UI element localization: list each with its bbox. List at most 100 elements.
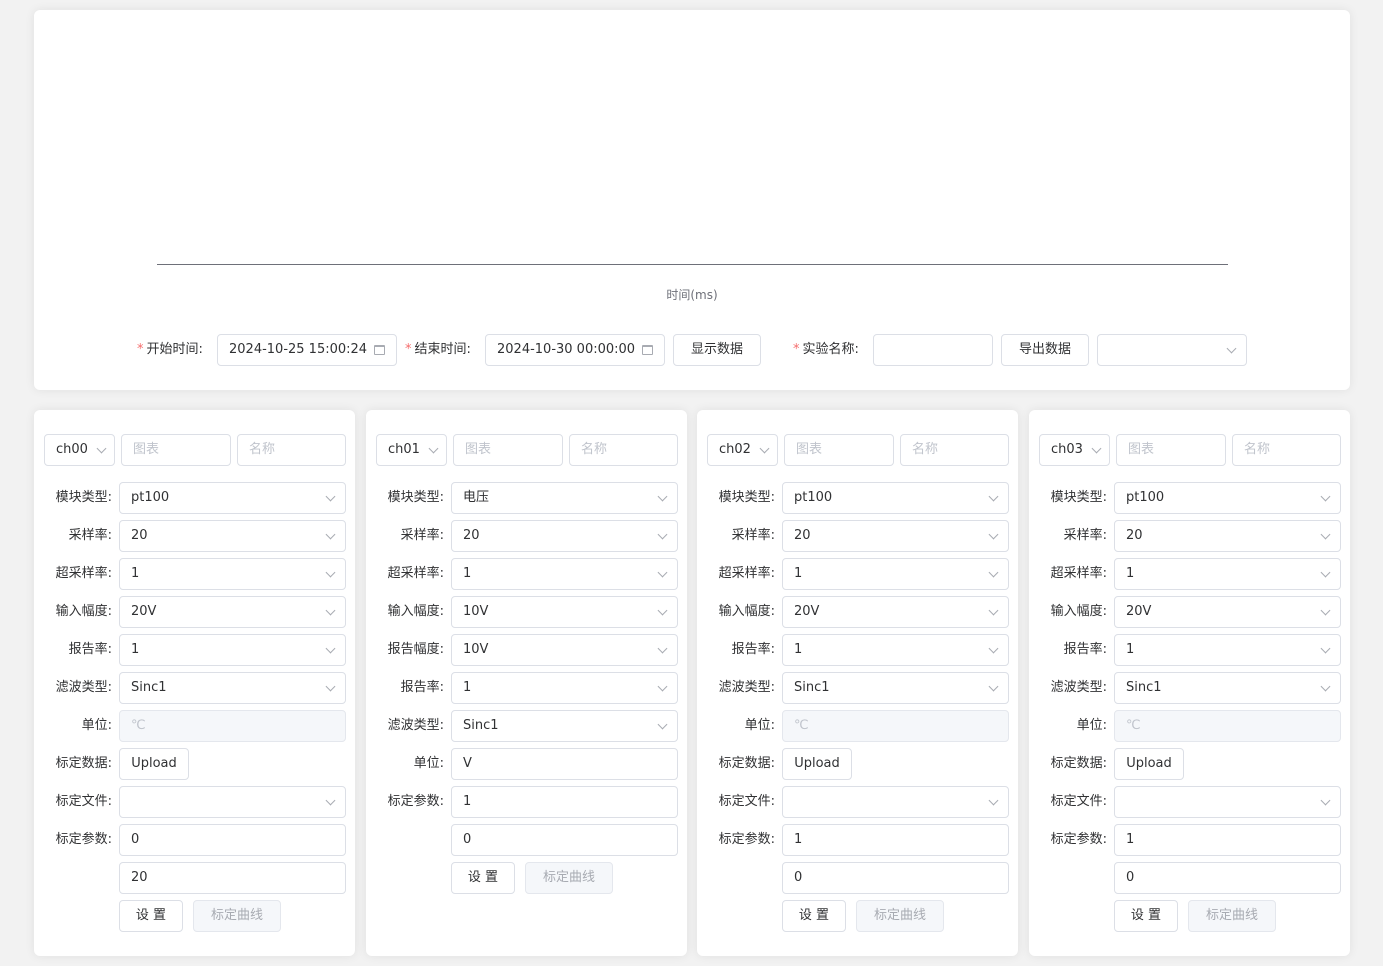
field-select[interactable]: 1 <box>119 558 346 590</box>
field-label: 标定文件: <box>1050 794 1107 809</box>
chevron-down-icon <box>428 443 439 454</box>
field-label: 采样率: <box>400 528 444 543</box>
field-label: 标定参数: <box>718 832 775 847</box>
field-select[interactable]: Sinc1 <box>119 672 346 704</box>
field-label: 超采样率: <box>55 566 112 581</box>
field-select[interactable]: 电压 <box>451 482 678 514</box>
end-time-value: 2024-10-30 00:00:00 <box>497 342 636 357</box>
name-input[interactable]: 名称 <box>569 434 678 466</box>
field-select[interactable]: 20V <box>119 596 346 628</box>
field-label: 滤波类型: <box>1050 680 1107 695</box>
chevron-down-icon <box>988 529 999 540</box>
field-select[interactable]: 1 <box>451 672 678 704</box>
field-select[interactable] <box>782 786 1009 818</box>
field-select[interactable] <box>119 786 346 818</box>
field-select[interactable]: Sinc1 <box>451 710 678 742</box>
chart-input[interactable]: 图表 <box>121 434 231 466</box>
export-format-select[interactable] <box>1097 334 1247 366</box>
chevron-down-icon <box>325 491 336 502</box>
channel-select[interactable]: ch03 <box>1039 434 1110 466</box>
field-select[interactable] <box>1114 786 1341 818</box>
field-select[interactable]: Sinc1 <box>1114 672 1341 704</box>
chart-input[interactable]: 图表 <box>1116 434 1226 466</box>
chart-input[interactable]: 图表 <box>453 434 563 466</box>
field-input[interactable]: 0 <box>782 862 1009 894</box>
field-select[interactable]: 1 <box>782 558 1009 590</box>
field-select[interactable]: 10V <box>451 596 678 628</box>
field-input[interactable]: 1 <box>451 786 678 818</box>
show-data-button[interactable]: 显示数据 <box>673 334 761 366</box>
field-label: 采样率: <box>68 528 112 543</box>
field-select[interactable]: 20 <box>119 520 346 552</box>
field-select[interactable]: 20 <box>782 520 1009 552</box>
field-input[interactable]: 1 <box>1114 824 1341 856</box>
field-select[interactable]: 20V <box>1114 596 1341 628</box>
chevron-down-icon <box>988 643 999 654</box>
chevron-down-icon <box>759 443 770 454</box>
chevron-down-icon <box>1226 343 1237 354</box>
channel-panel-ch03: ch03 图表 名称 模块类型: pt100 采样率: 20 超采样率: 1 输入幅度: 20V 报告… <box>1029 410 1350 956</box>
field-label: 采样率: <box>1063 528 1107 543</box>
chevron-down-icon <box>1320 681 1331 692</box>
chevron-down-icon <box>1320 795 1331 806</box>
set-button[interactable]: 设 置 <box>119 900 183 932</box>
set-button[interactable]: 设 置 <box>782 900 846 932</box>
name-input[interactable]: 名称 <box>237 434 346 466</box>
calibration-curve-button: 标定曲线 <box>856 900 944 932</box>
field-select[interactable]: 20V <box>782 596 1009 628</box>
upload-button[interactable]: Upload <box>119 748 189 780</box>
field-label: 单位: <box>744 718 775 733</box>
chevron-down-icon <box>657 567 668 578</box>
field-select[interactable]: 1 <box>451 558 678 590</box>
chevron-down-icon <box>325 795 336 806</box>
channel-select[interactable]: ch02 <box>707 434 778 466</box>
field-label: 输入幅度: <box>55 604 112 619</box>
field-select[interactable]: 20 <box>451 520 678 552</box>
field-label: 标定参数: <box>55 832 112 847</box>
upload-button[interactable]: Upload <box>782 748 852 780</box>
field-label: 报告率: <box>731 642 775 657</box>
export-data-button[interactable]: 导出数据 <box>1001 334 1089 366</box>
field-label: 标定文件: <box>718 794 775 809</box>
field-input[interactable]: V <box>451 748 678 780</box>
field-label: 单位: <box>413 756 444 771</box>
field-select[interactable]: 1 <box>1114 634 1341 666</box>
field-select[interactable]: 1 <box>1114 558 1341 590</box>
field-label: 输入幅度: <box>1050 604 1107 619</box>
start-time-picker[interactable]: 2024-10-25 15:00:24 <box>217 334 397 366</box>
field-select[interactable]: 1 <box>119 634 346 666</box>
set-button[interactable]: 设 置 <box>451 862 515 894</box>
chart-input[interactable]: 图表 <box>784 434 894 466</box>
chevron-down-icon <box>988 605 999 616</box>
channel-panel-ch00: ch00 图表 名称 模块类型: pt100 采样率: 20 超采样率: 1 输入幅度: 20V 报告… <box>34 410 355 956</box>
chevron-down-icon <box>988 681 999 692</box>
field-select[interactable]: 20 <box>1114 520 1341 552</box>
field-label: 标定数据: <box>1050 756 1107 771</box>
x-axis-line <box>157 264 1228 265</box>
field-select[interactable]: pt100 <box>1114 482 1341 514</box>
field-select[interactable]: 10V <box>451 634 678 666</box>
chevron-down-icon <box>657 605 668 616</box>
experiment-name-input[interactable] <box>873 334 993 366</box>
chevron-down-icon <box>657 643 668 654</box>
field-input[interactable]: 20 <box>119 862 346 894</box>
name-input[interactable]: 名称 <box>1232 434 1341 466</box>
chevron-down-icon <box>1320 567 1331 578</box>
field-label: 滤波类型: <box>718 680 775 695</box>
field-select[interactable]: Sinc1 <box>782 672 1009 704</box>
field-select[interactable]: pt100 <box>782 482 1009 514</box>
field-select[interactable]: 1 <box>782 634 1009 666</box>
field-input[interactable]: 0 <box>1114 862 1341 894</box>
channel-select[interactable]: ch00 <box>44 434 115 466</box>
field-select[interactable]: pt100 <box>119 482 346 514</box>
field-input[interactable]: 1 <box>782 824 1009 856</box>
field-input[interactable]: 0 <box>119 824 346 856</box>
field-label: 滤波类型: <box>387 718 444 733</box>
field-label: 超采样率: <box>387 566 444 581</box>
field-input[interactable]: 0 <box>451 824 678 856</box>
name-input[interactable]: 名称 <box>900 434 1009 466</box>
end-time-picker[interactable]: 2024-10-30 00:00:00 <box>485 334 665 366</box>
channel-select[interactable]: ch01 <box>376 434 447 466</box>
upload-button[interactable]: Upload <box>1114 748 1184 780</box>
set-button[interactable]: 设 置 <box>1114 900 1178 932</box>
